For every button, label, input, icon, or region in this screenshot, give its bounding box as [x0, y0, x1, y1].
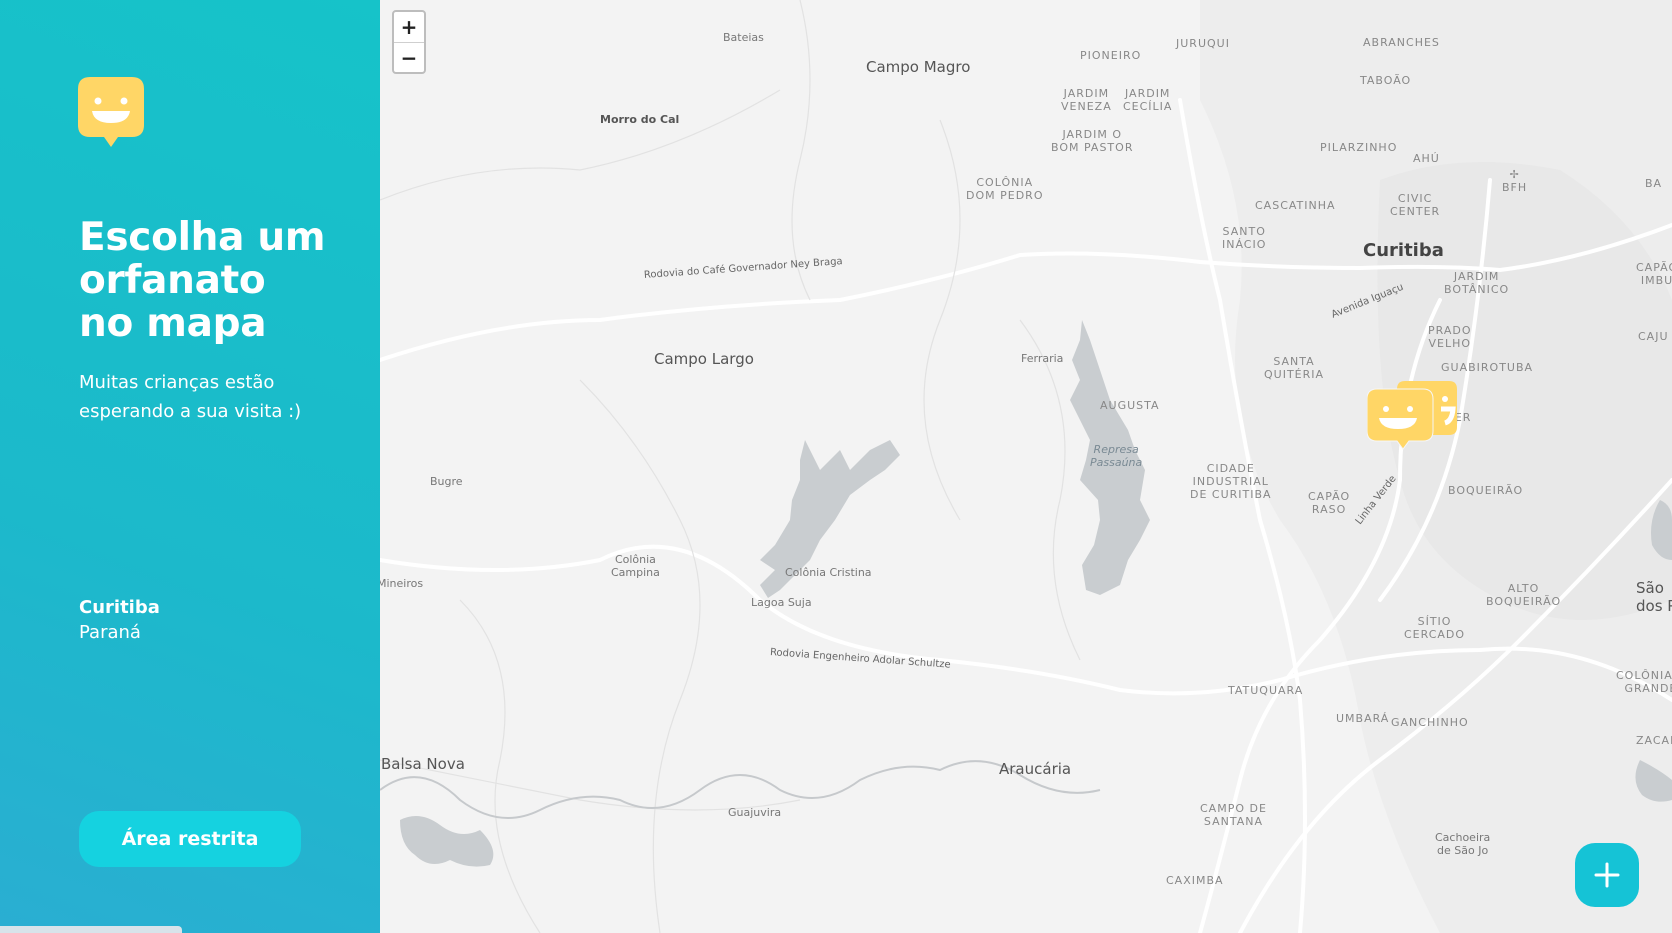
happy-logo-icon	[78, 77, 144, 147]
map-label: Lagoa Suja	[751, 596, 812, 609]
map-label: Guajuvira	[728, 806, 782, 819]
map-label: Ferraria	[1021, 352, 1064, 365]
map-label: Cachoeira de São Jo	[1435, 831, 1491, 857]
map-label: Curitiba	[1363, 240, 1444, 261]
map-label: SANTA QUITÉRIA	[1264, 355, 1325, 381]
map-label: CAPÃO RASO	[1308, 490, 1351, 516]
map-label: TABOÃO	[1360, 74, 1412, 87]
map-label: JARDIM O BOM PASTOR	[1051, 128, 1134, 154]
title-line-2: orfanato	[79, 258, 266, 303]
map-label: BA	[1645, 177, 1663, 190]
map-label: CAPÃOIMBU	[1636, 261, 1672, 287]
add-orphanage-button[interactable]	[1575, 843, 1639, 907]
map-label: Campo Magro	[866, 58, 971, 76]
map-label: ALTO BOQUEIRÃO	[1486, 582, 1562, 608]
map-label: JARDIM VENEZA	[1061, 87, 1112, 113]
zoom-control: + −	[392, 10, 426, 74]
map-base	[380, 0, 1672, 933]
map-label: Colônia Campina	[611, 553, 660, 579]
title-line-3: no mapa	[79, 301, 267, 346]
map-label: AHÚ	[1413, 152, 1440, 165]
map-label: Campo Largo	[654, 350, 754, 368]
map-label: ✢ BFH	[1502, 168, 1528, 194]
map-label: ZACAR	[1636, 734, 1672, 747]
map-label: SANTO INÁCIO	[1222, 225, 1267, 251]
orphanage-marker-icon[interactable]	[1367, 381, 1457, 457]
map-label: São dos P	[1636, 579, 1672, 615]
map-label: Bateias	[723, 31, 764, 44]
map-label: JARDIM CECÍLIA	[1123, 87, 1173, 113]
restricted-area-button[interactable]: Área restrita	[79, 811, 301, 867]
map-label: TATUQUARA	[1228, 684, 1304, 697]
subtitle-line-2: esperando a sua visita :)	[79, 401, 302, 422]
map-label: ABRANCHES	[1363, 36, 1440, 49]
map-label: Araucária	[999, 760, 1072, 778]
map-label: BOQUEIRÃO	[1448, 484, 1524, 497]
map-label: Represa Passaúna	[1090, 443, 1143, 469]
map-label: Mineiros	[380, 577, 424, 590]
title-line-1: Escolha um	[79, 215, 326, 260]
page-subtitle: Muitas crianças estão esperando a sua vi…	[79, 368, 319, 426]
status-bar	[0, 926, 182, 933]
location: Curitiba Paraná	[79, 595, 160, 645]
sidebar: Escolha um orfanato no mapa Muitas crian…	[0, 0, 380, 933]
map-label: CASCATINHA	[1255, 199, 1336, 212]
map-label: COLÔNIA RGRANDE	[1616, 669, 1672, 695]
map-label: GANCHINHO	[1391, 716, 1469, 729]
location-city: Curitiba	[79, 597, 160, 618]
page-title: Escolha um orfanato no mapa	[79, 216, 369, 345]
map-label: CIVIC CENTER	[1390, 192, 1441, 218]
map-label: Colônia Cristina	[785, 566, 872, 579]
location-state: Paraná	[79, 622, 141, 643]
map-label: UMBARÁ	[1336, 712, 1390, 725]
plus-icon	[1594, 862, 1620, 888]
map-label: AUGUSTA	[1100, 399, 1160, 412]
map-label: Balsa Nova	[381, 755, 465, 773]
zoom-out-button[interactable]: −	[394, 43, 424, 72]
map[interactable]: + − Bateias Campo Magro PIONEIRO JURUQUI…	[380, 0, 1672, 933]
map-label: CAJU	[1638, 330, 1669, 343]
map-label: PILARZINHO	[1320, 141, 1398, 154]
map-label: JURUQUI	[1176, 37, 1230, 50]
subtitle-line-1: Muitas crianças estão	[79, 372, 275, 393]
map-label: CIDADE INDUSTRIAL DE CURITIBA	[1190, 462, 1272, 501]
map-label: SÍTIO CERCADO	[1404, 615, 1466, 641]
map-label: GUABIROTUBA	[1441, 361, 1534, 374]
map-label: JARDIM BOTÂNICO	[1444, 270, 1510, 296]
map-label: PRADO VELHO	[1428, 324, 1472, 350]
map-label: CAMPO DE SANTANA	[1200, 802, 1267, 828]
map-label: CAXIMBA	[1166, 874, 1224, 887]
map-label: Morro do Cal	[600, 113, 680, 126]
map-label: Bugre	[430, 475, 463, 488]
map-label: COLÔNIA DOM PEDRO	[966, 176, 1044, 202]
map-label: PIONEIRO	[1080, 49, 1142, 62]
zoom-in-button[interactable]: +	[394, 12, 424, 43]
